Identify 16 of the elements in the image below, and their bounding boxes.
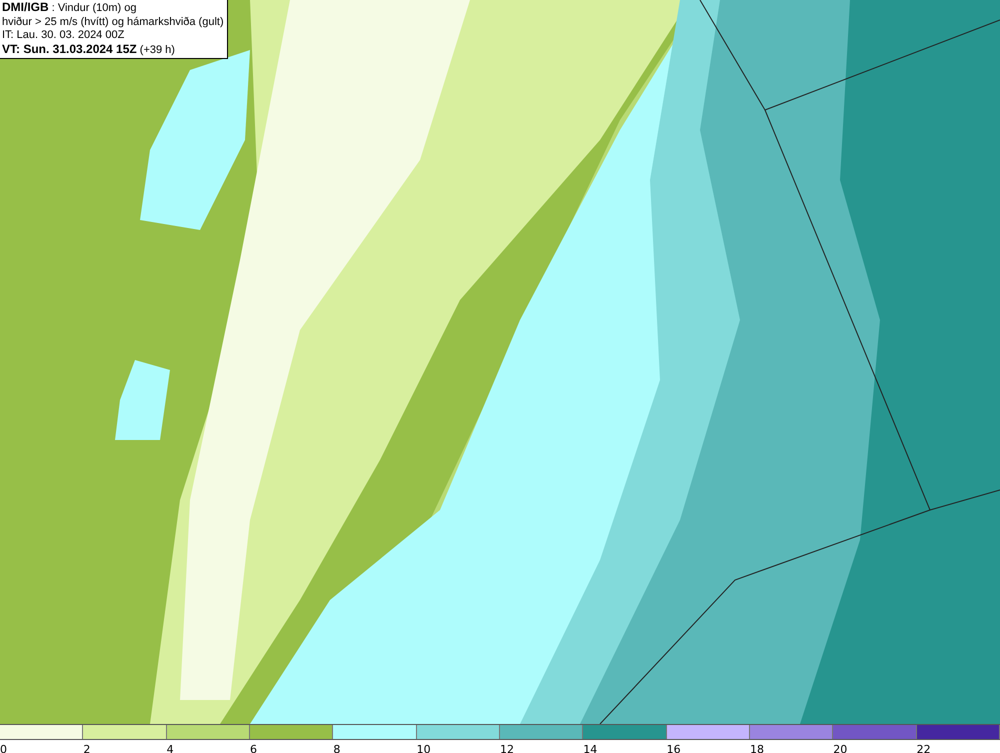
legend-label: 2 — [83, 743, 90, 753]
legend-label: 6 — [250, 743, 257, 753]
legend-label: 10 — [416, 743, 431, 753]
legend-label: 14 — [583, 743, 598, 753]
title-line: DMI/IGB : Vindur (10m) og — [2, 1, 138, 16]
legend-label: 4 — [166, 743, 174, 753]
legend-label: 8 — [333, 743, 340, 753]
legend-label: 18 — [750, 743, 764, 753]
legend-label: 0 — [0, 743, 7, 753]
title-line: hviður > 25 m/s (hvítt) og hámarkshviða (gult) — [2, 16, 224, 29]
title-line: IT: Lau. 30. 03. 2024 00Z — [2, 29, 126, 42]
legend-label: 22 — [916, 743, 931, 753]
title-line: VT: Sun. 31.03.2024 15Z (+39 h) — [2, 42, 176, 57]
legend-label: 16 — [666, 743, 681, 753]
legend-label: 12 — [500, 743, 514, 753]
legend-label: 20 — [833, 743, 848, 753]
